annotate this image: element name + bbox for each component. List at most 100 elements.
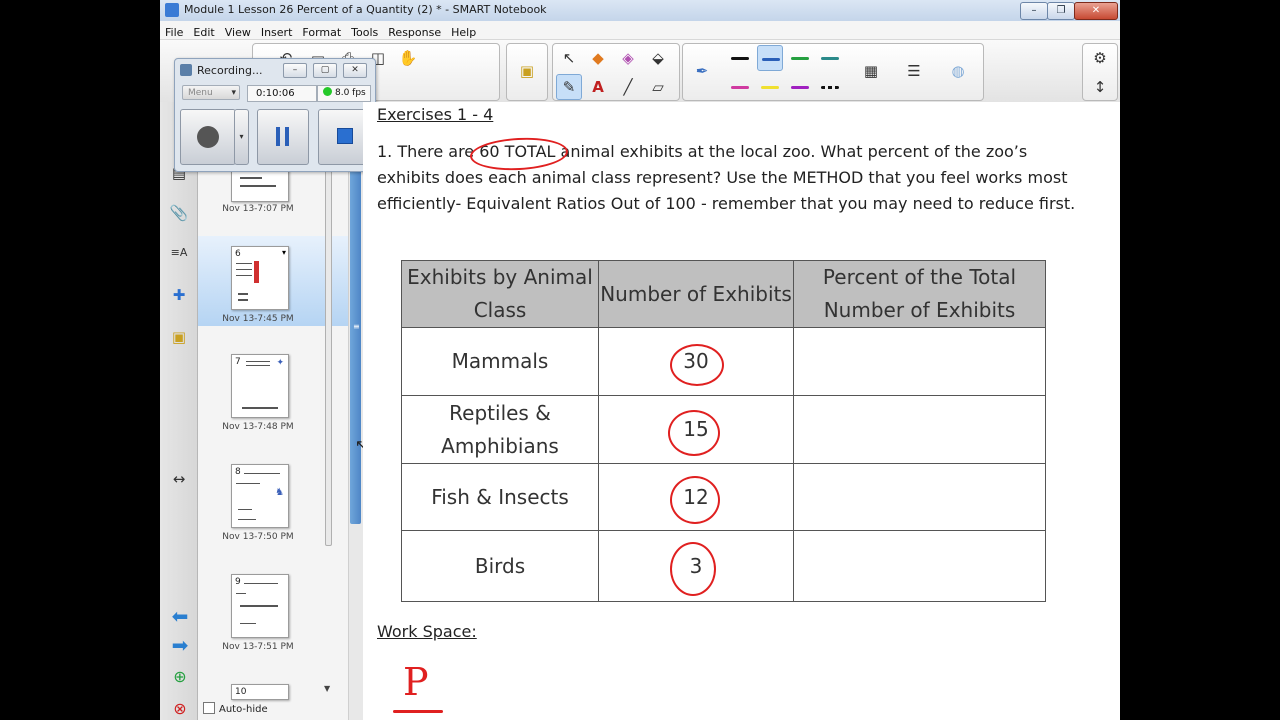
elapsed-time: 0:10:06	[247, 85, 317, 102]
select-arrow-icon[interactable]: ↖	[556, 45, 582, 71]
thumbnail-page: 8 ♞	[231, 464, 289, 528]
ink-handwriting: P	[403, 660, 429, 704]
thumbnail-caption: Nov 13-7:48 PM	[222, 422, 294, 432]
title-bar: Module 1 Lesson 26 Percent of a Quantity…	[160, 0, 1120, 22]
table-cell-class: Mammals	[402, 328, 599, 396]
toolbar-group-pen-styles: ✒ ▦ ☰ ◍	[682, 43, 984, 101]
magic-pen-icon[interactable]: ◈	[615, 45, 641, 71]
next-page-icon[interactable]: ➡	[168, 634, 192, 656]
color-palette-icon[interactable]: ▦	[858, 58, 884, 84]
swap-sides-icon[interactable]: ↔	[167, 466, 191, 492]
sorter-scroll-thumb[interactable]	[325, 106, 332, 546]
table-cell-class: Reptiles & Amphibians	[402, 396, 599, 464]
table-cell-class: Birds	[402, 531, 599, 601]
pen-style-magenta[interactable]	[727, 74, 753, 100]
sorter-scrollbar[interactable]: ▼	[322, 106, 332, 706]
table-cell-percent[interactable]	[794, 396, 1045, 464]
record-icon	[197, 126, 219, 148]
minimize-button[interactable]: –	[1020, 2, 1048, 20]
smart-notebook-window: Module 1 Lesson 26 Percent of a Quantity…	[160, 0, 1120, 720]
panel-splitter[interactable]: ≡	[348, 102, 363, 720]
page-sorter: Nov 13-7:07 PM 6 ▾ Nov 13-7:45 PM 7 ✦ No…	[198, 102, 348, 720]
workspace-label: Work Space:	[377, 622, 477, 641]
thumbnail-caption: Nov 13-7:51 PM	[222, 642, 294, 652]
shapes-icon[interactable]: ◆	[585, 45, 611, 71]
recorder-restore-button[interactable]: ▢	[313, 63, 337, 78]
toolbar-group-tools: ↖ ◆ ◈ ⬙ ✎ A ╱ ▱	[552, 43, 680, 101]
gallery-tab-icon[interactable]: ≡A	[167, 240, 191, 266]
line-width-icon[interactable]: ☰	[901, 58, 927, 84]
addons-icon[interactable]: ▣	[514, 58, 540, 84]
gear-icon[interactable]: ⚙	[1087, 45, 1113, 71]
table-cell-percent[interactable]	[794, 531, 1045, 601]
recorder-app-icon	[180, 64, 192, 76]
exhibits-table: Exhibits by Animal Class Number of Exhib…	[401, 260, 1046, 602]
toolbar-group-addons: ▣	[506, 43, 548, 101]
pen-type-icon[interactable]: ✒	[689, 58, 715, 84]
pen-style-black[interactable]	[727, 45, 753, 71]
record-button[interactable]	[180, 109, 236, 165]
fps-indicator: 8.0 fps	[317, 85, 371, 102]
pen-style-teal[interactable]	[817, 45, 843, 71]
ink-circle-annotation	[670, 476, 720, 524]
previous-page-icon[interactable]: ⬅	[168, 605, 192, 627]
maximize-button[interactable]: ❐	[1047, 2, 1075, 20]
app-icon	[165, 3, 179, 17]
pen-style-yellow[interactable]	[757, 74, 783, 100]
fill-icon[interactable]: ⬙	[645, 45, 671, 71]
properties-tab-icon[interactable]: ✚	[167, 282, 191, 308]
pen-style-blue[interactable]	[757, 45, 783, 71]
attachments-tab-icon[interactable]: 📎	[167, 200, 191, 226]
thumbnail-caption: Nov 13-7:07 PM	[222, 204, 294, 214]
scroll-down-icon[interactable]: ▼	[324, 684, 330, 693]
pause-icon	[276, 127, 280, 146]
side-tab-strip: ▤ 📎 ≡A ✚ ▣ ↔ ⬅ ➡ ⊕ ⊗	[160, 102, 198, 720]
table-header: Number of Exhibits	[599, 261, 794, 328]
pen-style-purple[interactable]	[787, 74, 813, 100]
close-button[interactable]: ✕	[1074, 2, 1118, 20]
thumbnail-menu-icon[interactable]: ▾	[282, 248, 286, 257]
pens-icon[interactable]: ✎	[556, 74, 582, 100]
notebook-page[interactable]: Exercises 1 - 4 1. There are 60 TOTAL an…	[363, 102, 1120, 720]
recorder-menu-dropdown[interactable]: Menu ▾	[182, 85, 240, 100]
move-toolbar-icon[interactable]: ↕	[1087, 74, 1113, 100]
pan-icon[interactable]: ✋	[395, 45, 421, 71]
table-cell-percent[interactable]	[794, 328, 1045, 396]
table-cell-class: Fish & Insects	[402, 464, 599, 531]
transparency-icon[interactable]: ◍	[945, 58, 971, 84]
addons-tab-icon[interactable]: ▣	[167, 324, 191, 350]
pen-style-dashed[interactable]	[817, 74, 843, 100]
autohide-label: Auto-hide	[219, 704, 268, 715]
ink-stroke	[393, 710, 443, 713]
eraser-icon[interactable]: ▱	[645, 74, 671, 100]
recording-title: Recording...	[197, 64, 263, 77]
thumbnail-caption: Nov 13-7:50 PM	[222, 532, 294, 542]
page-heading: Exercises 1 - 4	[377, 105, 494, 124]
recorder-minimize-button[interactable]: –	[283, 63, 307, 78]
table-header: Percent of the Total Number of Exhibits	[794, 261, 1045, 328]
status-dot-icon	[323, 87, 332, 96]
ink-circle-annotation	[668, 410, 720, 456]
ink-circle-annotation	[670, 542, 716, 596]
toolbar-group-settings: ⚙ ↕	[1082, 43, 1118, 101]
thumbnail-page: 9	[231, 574, 289, 638]
menu-bar: File Edit View Insert Format Tools Response Hel…	[160, 21, 1120, 40]
thumbnail-caption: Nov 13-7:45 PM	[222, 314, 294, 324]
line-icon[interactable]: ╱	[615, 74, 641, 100]
recording-window: Recording... – ▢ ✕ Menu ▾ 0:10:06 8.0 fp…	[174, 58, 376, 172]
table-cell-percent[interactable]	[794, 464, 1045, 531]
checkbox-box[interactable]	[203, 702, 215, 714]
pause-button[interactable]	[257, 109, 309, 165]
record-options-button[interactable]: ▾	[234, 109, 249, 165]
delete-page-icon[interactable]: ⊗	[168, 698, 192, 720]
thumbnail-page: 6 ▾	[231, 246, 289, 310]
ink-circle-annotation	[670, 344, 724, 386]
recorder-close-button[interactable]: ✕	[343, 63, 367, 78]
thumbnail-page: 7 ✦	[231, 354, 289, 418]
autohide-checkbox[interactable]: Auto-hide	[203, 702, 268, 715]
text-icon[interactable]: A	[585, 74, 611, 100]
table-header: Exhibits by Animal Class	[402, 261, 599, 328]
thumbnail-page: 10	[231, 684, 289, 700]
add-page-icon[interactable]: ⊕	[168, 666, 192, 688]
pen-style-green[interactable]	[787, 45, 813, 71]
